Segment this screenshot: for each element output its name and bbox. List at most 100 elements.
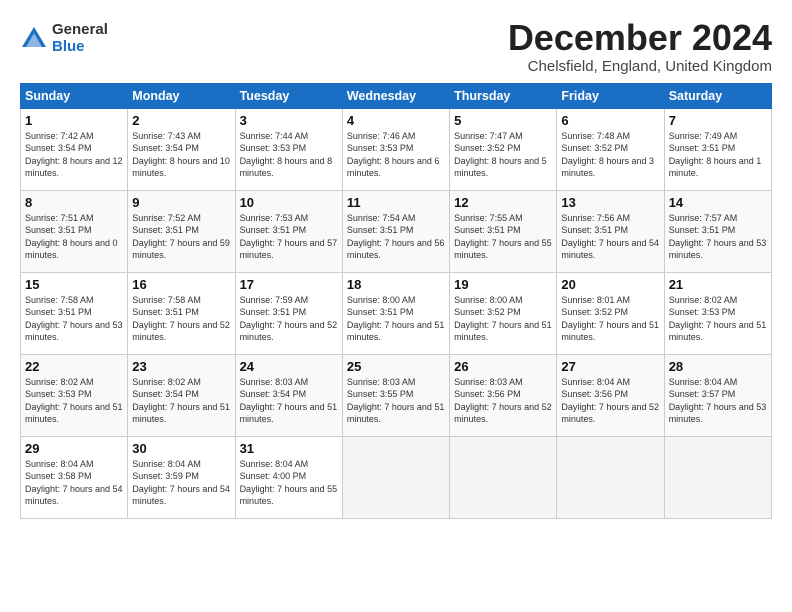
header: General Blue December 2024 Chelsfield, E…: [20, 18, 772, 75]
day-number: 17: [240, 277, 338, 292]
day-number: 8: [25, 195, 123, 210]
calendar-cell: 14Sunrise: 7:57 AMSunset: 3:51 PMDayligh…: [664, 190, 771, 272]
day-info: Sunrise: 8:04 AMSunset: 3:59 PMDaylight:…: [132, 458, 230, 508]
day-info: Sunrise: 7:42 AMSunset: 3:54 PMDaylight:…: [25, 130, 123, 180]
day-info: Sunrise: 7:56 AMSunset: 3:51 PMDaylight:…: [561, 212, 659, 262]
calendar-cell: 29 Sunrise: 8:04 AMSunset: 3:58 PMDayligh…: [21, 436, 128, 518]
day-info: Sunrise: 8:02 AMSunset: 3:53 PMDaylight:…: [669, 294, 767, 344]
calendar-week-5: 29 Sunrise: 8:04 AMSunset: 3:58 PMDayligh…: [21, 436, 772, 518]
logo-text: General Blue: [52, 22, 108, 55]
calendar-cell: 25 Sunrise: 8:03 AMSunset: 3:55 PMDayligh…: [342, 354, 449, 436]
logo: General Blue: [20, 22, 108, 55]
calendar-cell: 24 Sunrise: 8:03 AMSunset: 3:54 PMDayligh…: [235, 354, 342, 436]
day-number: 27: [561, 359, 659, 374]
day-number: 4: [347, 113, 445, 128]
calendar-cell: 5 Sunrise: 7:47 AMSunset: 3:52 PMDaylight…: [450, 108, 557, 190]
day-number: 9: [132, 195, 230, 210]
calendar-cell: 18 Sunrise: 8:00 AMSunset: 3:51 PMDayligh…: [342, 272, 449, 354]
calendar-cell: [342, 436, 449, 518]
calendar-week-3: 15 Sunrise: 7:58 AMSunset: 3:51 PMDayligh…: [21, 272, 772, 354]
calendar-cell: 27 Sunrise: 8:04 AMSunset: 3:56 PMDayligh…: [557, 354, 664, 436]
calendar-cell: 28 Sunrise: 8:04 AMSunset: 3:57 PMDayligh…: [664, 354, 771, 436]
calendar-cell: 2Sunrise: 7:43 AMSunset: 3:54 PMDaylight…: [128, 108, 235, 190]
day-number: 10: [240, 195, 338, 210]
logo-blue: Blue: [52, 39, 108, 56]
day-info: Sunrise: 7:49 AMSunset: 3:51 PMDaylight:…: [669, 130, 767, 180]
day-number: 28: [669, 359, 767, 374]
day-info: Sunrise: 8:02 AMSunset: 3:54 PMDaylight:…: [132, 376, 230, 426]
calendar-cell: 9 Sunrise: 7:52 AMSunset: 3:51 PMDaylight…: [128, 190, 235, 272]
day-number: 11: [347, 195, 445, 210]
calendar-cell: 6Sunrise: 7:48 AMSunset: 3:52 PMDaylight…: [557, 108, 664, 190]
day-info: Sunrise: 8:03 AMSunset: 3:55 PMDaylight:…: [347, 376, 445, 426]
day-info: Sunrise: 7:44 AMSunset: 3:53 PMDaylight:…: [240, 130, 338, 180]
title-block: December 2024 Chelsfield, England, Unite…: [508, 18, 772, 75]
calendar-cell: 16 Sunrise: 7:58 AMSunset: 3:51 PMDayligh…: [128, 272, 235, 354]
day-info: Sunrise: 7:58 AMSunset: 3:51 PMDaylight:…: [132, 294, 230, 344]
day-info: Sunrise: 8:04 AMSunset: 3:57 PMDaylight:…: [669, 376, 767, 426]
day-number: 25: [347, 359, 445, 374]
page: General Blue December 2024 Chelsfield, E…: [0, 0, 792, 529]
day-info: Sunrise: 8:04 AMSunset: 3:56 PMDaylight:…: [561, 376, 659, 426]
day-info: Sunrise: 7:52 AMSunset: 3:51 PMDaylight:…: [132, 212, 230, 262]
day-info: Sunrise: 8:02 AMSunset: 3:53 PMDaylight:…: [25, 376, 123, 426]
calendar-cell: [557, 436, 664, 518]
logo-icon: [20, 25, 48, 53]
day-number: 15: [25, 277, 123, 292]
day-number: 22: [25, 359, 123, 374]
day-number: 20: [561, 277, 659, 292]
day-number: 24: [240, 359, 338, 374]
calendar-table: SundayMondayTuesdayWednesdayThursdayFrid…: [20, 83, 772, 519]
day-number: 26: [454, 359, 552, 374]
day-number: 29: [25, 441, 123, 456]
calendar-week-2: 8Sunrise: 7:51 AMSunset: 3:51 PMDaylight…: [21, 190, 772, 272]
day-info: Sunrise: 8:01 AMSunset: 3:52 PMDaylight:…: [561, 294, 659, 344]
calendar-cell: 20 Sunrise: 8:01 AMSunset: 3:52 PMDayligh…: [557, 272, 664, 354]
day-info: Sunrise: 8:03 AMSunset: 3:54 PMDaylight:…: [240, 376, 338, 426]
location-title: Chelsfield, England, United Kingdom: [508, 58, 772, 75]
calendar-cell: [664, 436, 771, 518]
calendar-header-thursday: Thursday: [450, 83, 557, 108]
calendar-cell: 26Sunrise: 8:03 AMSunset: 3:56 PMDayligh…: [450, 354, 557, 436]
day-number: 18: [347, 277, 445, 292]
day-number: 5: [454, 113, 552, 128]
day-info: Sunrise: 7:59 AMSunset: 3:51 PMDaylight:…: [240, 294, 338, 344]
day-number: 6: [561, 113, 659, 128]
calendar-week-4: 22 Sunrise: 8:02 AMSunset: 3:53 PMDayligh…: [21, 354, 772, 436]
day-number: 2: [132, 113, 230, 128]
calendar-cell: 1Sunrise: 7:42 AMSunset: 3:54 PMDaylight…: [21, 108, 128, 190]
day-number: 16: [132, 277, 230, 292]
day-info: Sunrise: 8:04 AMSunset: 3:58 PMDaylight:…: [25, 458, 123, 508]
day-info: Sunrise: 7:47 AMSunset: 3:52 PMDaylight:…: [454, 130, 552, 180]
day-number: 21: [669, 277, 767, 292]
calendar-cell: 8Sunrise: 7:51 AMSunset: 3:51 PMDaylight…: [21, 190, 128, 272]
calendar-cell: 7Sunrise: 7:49 AMSunset: 3:51 PMDaylight…: [664, 108, 771, 190]
calendar-header-friday: Friday: [557, 83, 664, 108]
calendar-cell: 22 Sunrise: 8:02 AMSunset: 3:53 PMDayligh…: [21, 354, 128, 436]
day-info: Sunrise: 8:04 AMSunset: 4:00 PMDaylight:…: [240, 458, 338, 508]
day-info: Sunrise: 7:53 AMSunset: 3:51 PMDaylight:…: [240, 212, 338, 262]
calendar-cell: [450, 436, 557, 518]
day-info: Sunrise: 7:54 AMSunset: 3:51 PMDaylight:…: [347, 212, 445, 262]
calendar-cell: 12Sunrise: 7:55 AMSunset: 3:51 PMDayligh…: [450, 190, 557, 272]
day-info: Sunrise: 8:00 AMSunset: 3:52 PMDaylight:…: [454, 294, 552, 344]
day-info: Sunrise: 7:55 AMSunset: 3:51 PMDaylight:…: [454, 212, 552, 262]
day-info: Sunrise: 7:46 AMSunset: 3:53 PMDaylight:…: [347, 130, 445, 180]
calendar-cell: 13 Sunrise: 7:56 AMSunset: 3:51 PMDayligh…: [557, 190, 664, 272]
calendar-header-monday: Monday: [128, 83, 235, 108]
day-number: 31: [240, 441, 338, 456]
calendar-cell: 19Sunrise: 8:00 AMSunset: 3:52 PMDayligh…: [450, 272, 557, 354]
day-number: 14: [669, 195, 767, 210]
calendar-header-tuesday: Tuesday: [235, 83, 342, 108]
calendar-cell: 17 Sunrise: 7:59 AMSunset: 3:51 PMDayligh…: [235, 272, 342, 354]
calendar-cell: 11 Sunrise: 7:54 AMSunset: 3:51 PMDayligh…: [342, 190, 449, 272]
calendar-header-saturday: Saturday: [664, 83, 771, 108]
calendar-cell: 30Sunrise: 8:04 AMSunset: 3:59 PMDayligh…: [128, 436, 235, 518]
calendar-cell: 15Sunrise: 7:58 AMSunset: 3:51 PMDayligh…: [21, 272, 128, 354]
day-number: 13: [561, 195, 659, 210]
calendar-header-row: SundayMondayTuesdayWednesdayThursdayFrid…: [21, 83, 772, 108]
day-number: 3: [240, 113, 338, 128]
month-title: December 2024: [508, 18, 772, 58]
calendar-cell: 4 Sunrise: 7:46 AMSunset: 3:53 PMDaylight…: [342, 108, 449, 190]
day-info: Sunrise: 8:00 AMSunset: 3:51 PMDaylight:…: [347, 294, 445, 344]
